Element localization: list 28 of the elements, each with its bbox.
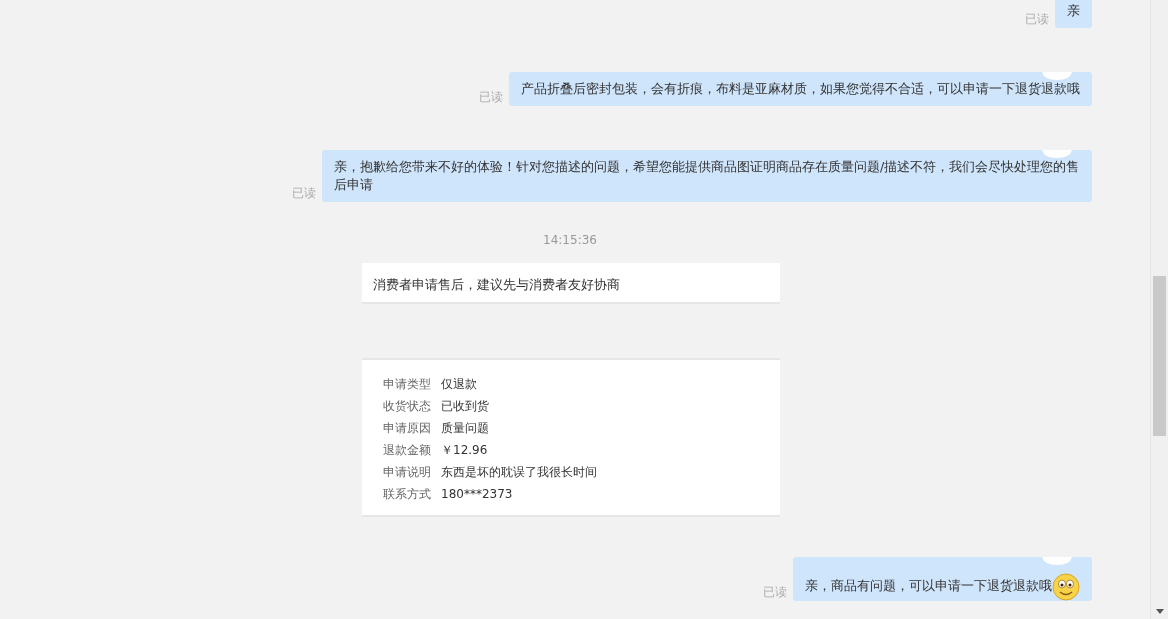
scrollbar[interactable] — [1150, 0, 1168, 619]
timestamp: 14:15:36 — [542, 232, 598, 249]
field-value: 质量问题 — [441, 419, 489, 437]
read-status: 已读 — [479, 90, 503, 104]
field-value: 已收到货 — [441, 397, 489, 415]
read-status: 已读 — [763, 584, 787, 599]
message-text: 亲，抱歉给您带来不好的体验！针对您描述的问题，希望您能提供商品图证明商品存在质量问题/描述不符，我们会尽快处理您的售后申请 — [334, 159, 1080, 192]
message-text: 亲，商品有问题，可以申请一下退货退款哦 — [805, 576, 1052, 595]
field-label: 收货状态 — [383, 397, 431, 415]
avatar — [1042, 150, 1072, 158]
field-value: 东西是坏的耽误了我很长时间 — [441, 463, 597, 481]
read-status: 已读 — [1025, 12, 1049, 26]
message-text: 产品折叠后密封包装，会有折痕，布料是亚麻材质，如果您觉得不合适，可以申请一下退货退款哦 — [521, 81, 1080, 96]
field-label: 申请类型 — [383, 375, 431, 393]
scrollbar-thumb[interactable] — [1153, 276, 1166, 436]
field-value: 仅退款 — [441, 375, 477, 393]
field-label: 申请原因 — [383, 419, 431, 437]
notice-card: 消费者申请售后，建议先与消费者友好协商 — [362, 263, 780, 304]
field-label: 联系方式 — [383, 485, 431, 503]
avatar — [1042, 556, 1072, 565]
message-text: 亲 — [1067, 3, 1080, 18]
field-label: 退款金额 — [383, 441, 431, 459]
field-value: 180***2373 — [441, 485, 513, 503]
field-value: ￥12.96 — [441, 441, 488, 459]
avatar — [1042, 72, 1072, 80]
scroll-down-arrow-icon[interactable] — [1156, 609, 1164, 614]
read-status: 已读 — [292, 186, 316, 200]
field-label: 申请说明 — [383, 463, 431, 481]
